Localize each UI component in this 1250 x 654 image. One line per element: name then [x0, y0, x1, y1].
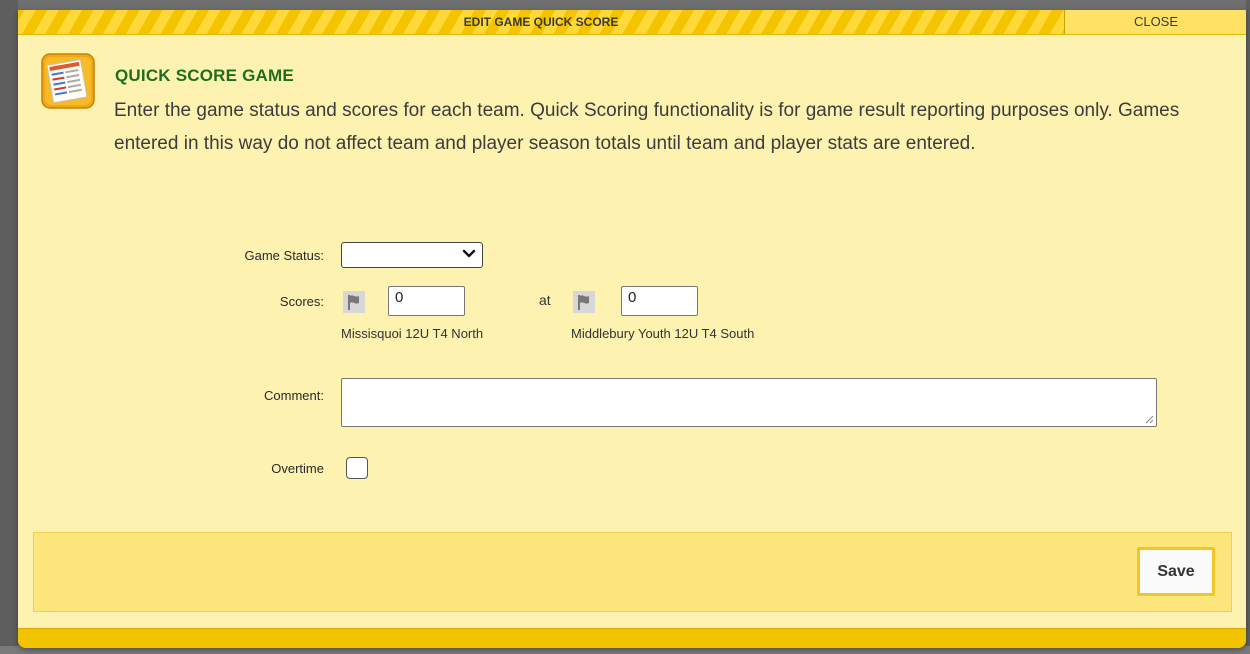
- chevron-down-icon: [462, 249, 476, 258]
- game-status-select[interactable]: [341, 242, 483, 268]
- backdrop-right: [1246, 0, 1250, 654]
- dialog-bottom-bar: [18, 628, 1246, 648]
- at-label: at: [539, 292, 551, 308]
- overtime-checkbox[interactable]: [346, 457, 368, 479]
- save-button[interactable]: Save: [1137, 547, 1215, 596]
- game-status-label: Game Status:: [244, 248, 324, 263]
- home-team-flag-icon: [343, 291, 365, 313]
- dialog-footer: [33, 532, 1232, 612]
- comment-label: Comment:: [264, 388, 324, 403]
- dialog-title: EDIT GAME QUICK SCORE: [463, 15, 619, 29]
- away-team-flag-icon: [573, 291, 595, 313]
- scoresheet-icon: [41, 53, 95, 109]
- dialog-titlebar: EDIT GAME QUICK SCORE CLOSE: [18, 10, 1246, 35]
- dialog-description: Enter the game status and scores for eac…: [114, 100, 1180, 154]
- overtime-label: Overtime: [271, 461, 324, 476]
- home-score-input[interactable]: 0: [388, 286, 465, 316]
- away-score-input[interactable]: 0: [621, 286, 698, 316]
- resize-handle-icon[interactable]: [1144, 414, 1154, 424]
- away-team-name: Middlebury Youth 12U T4 South: [571, 326, 755, 341]
- quick-score-dialog: EDIT GAME QUICK SCORE CLOSE QUICK SCORE …: [18, 10, 1246, 648]
- dialog-heading: QUICK SCORE GAME: [115, 66, 294, 85]
- close-button[interactable]: CLOSE: [1064, 10, 1246, 34]
- scores-label: Scores:: [279, 294, 324, 309]
- backdrop-left: [0, 0, 18, 654]
- home-team-name: Missisquoi 12U T4 North: [341, 326, 484, 341]
- comment-textarea[interactable]: [341, 378, 1157, 427]
